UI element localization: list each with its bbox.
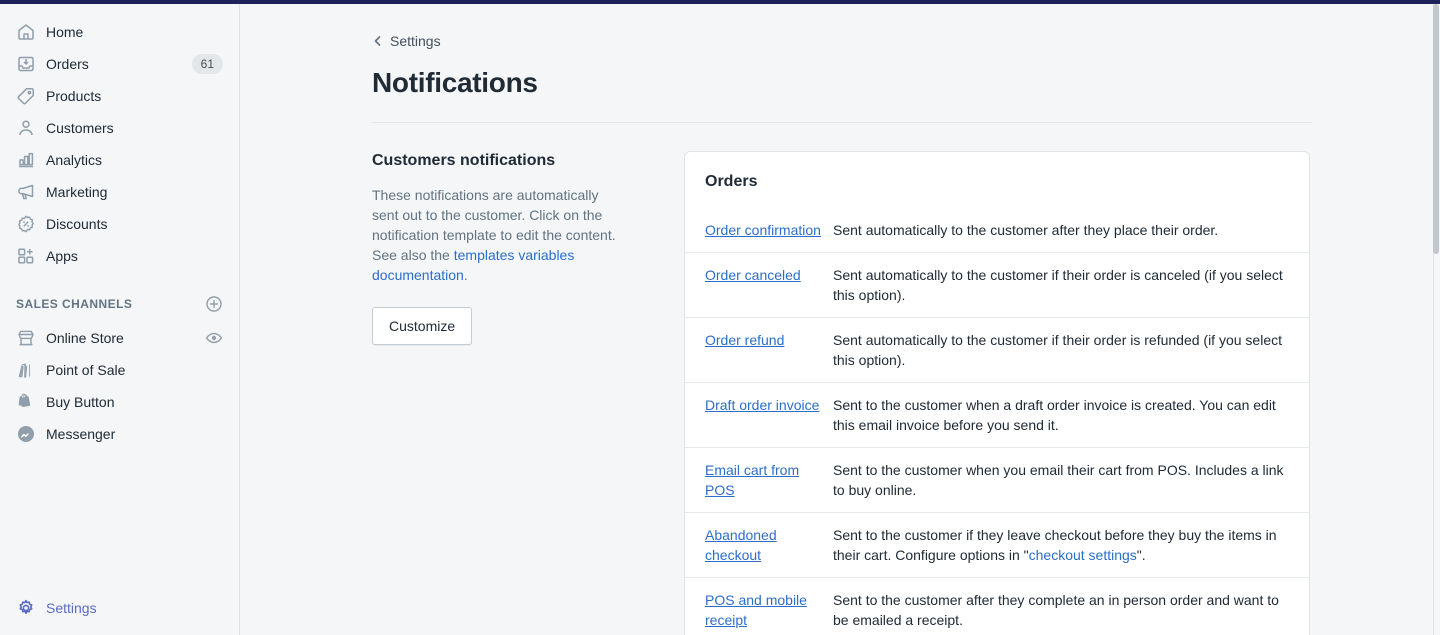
description-text: Sent automatically to the customer if th… xyxy=(833,332,1282,368)
table-row[interactable]: Order refund Sent automatically to the cu… xyxy=(685,317,1309,382)
app-topbar xyxy=(0,0,1440,4)
description-text-2: . xyxy=(463,267,468,283)
sidebar-channel-buy-button[interactable]: Buy Button xyxy=(8,386,231,418)
main-scrollbar[interactable] xyxy=(1433,4,1440,635)
notification-description: Sent automatically to the customer if th… xyxy=(833,330,1289,370)
products-icon xyxy=(16,86,36,106)
customize-button[interactable]: Customize xyxy=(372,307,473,345)
notification-description: Sent to the customer after they complete… xyxy=(833,590,1289,630)
sidebar-item-label: Home xyxy=(46,24,84,40)
notification-description: Sent automatically to the customer if th… xyxy=(833,265,1289,305)
table-row[interactable]: Order canceled Sent automatically to the … xyxy=(685,252,1309,317)
sidebar-channel-online-store[interactable]: Online Store xyxy=(8,322,231,354)
main-scrollbar-thumb[interactable] xyxy=(1433,4,1439,254)
notification-template-link[interactable]: Draft order invoice xyxy=(705,395,833,415)
orders-card-column: Orders Order confirmation Sent automatica… xyxy=(684,151,1310,635)
sidebar-item-orders[interactable]: Orders 61 xyxy=(8,48,231,80)
main-content: Settings Notifications Customers notific… xyxy=(240,4,1440,635)
notification-template-link[interactable]: Order refund xyxy=(705,330,833,350)
notification-template-link[interactable]: POS and mobile receipt xyxy=(705,590,833,630)
sidebar-channel-label: Online Store xyxy=(46,330,124,346)
table-row[interactable]: Email cart from POS Sent to the customer … xyxy=(685,447,1309,512)
messenger-icon xyxy=(16,424,36,444)
sidebar-item-home[interactable]: Home xyxy=(8,16,231,48)
description-text: Sent to the customer after they complete… xyxy=(833,592,1279,628)
sidebar-item-discounts[interactable]: Discounts xyxy=(8,208,231,240)
discounts-icon xyxy=(16,214,36,234)
notification-description: Sent to the customer if they leave check… xyxy=(833,525,1289,565)
table-row[interactable]: Draft order invoice Sent to the customer … xyxy=(685,382,1309,447)
app-root: Home Orders 61 Products Customers Analytics Ma… xyxy=(0,4,1440,635)
plus-circle-icon[interactable] xyxy=(205,295,223,313)
sidebar-item-badge: 61 xyxy=(191,54,223,74)
chevron-left-icon xyxy=(372,35,384,47)
table-row[interactable]: POS and mobile receipt Sent to the custom… xyxy=(685,577,1309,635)
pos-bag-icon xyxy=(16,360,36,380)
description-text: Sent automatically to the customer after… xyxy=(833,222,1219,238)
shopify-bag-icon xyxy=(16,392,36,412)
sidebar-channel-point-of-sale[interactable]: Point of Sale xyxy=(8,354,231,386)
notification-description: Sent automatically to the customer after… xyxy=(833,220,1289,240)
sidebar-item-label: Customers xyxy=(46,120,114,136)
sidebar-item-products[interactable]: Products xyxy=(8,80,231,112)
breadcrumb[interactable]: Settings xyxy=(372,32,441,50)
sidebar-item-label: Products xyxy=(46,88,102,104)
sales-channels-header: SALES CHANNELS xyxy=(8,288,231,320)
table-row[interactable]: Order confirmation Sent automatically to … xyxy=(685,208,1309,252)
sidebar-settings-label: Settings xyxy=(46,599,97,616)
sidebar-footer: Settings xyxy=(0,579,239,635)
sidebar-item-analytics[interactable]: Analytics xyxy=(8,144,231,176)
orders-icon xyxy=(16,54,36,74)
description-text: Sent to the customer when you email thei… xyxy=(833,462,1284,498)
sidebar-item-label: Discounts xyxy=(46,216,108,232)
sidebar-item-label: Marketing xyxy=(46,184,108,200)
sidebar-item-apps[interactable]: Apps xyxy=(8,240,231,272)
sidebar-channel-label: Point of Sale xyxy=(46,362,126,378)
gear-icon xyxy=(16,598,36,618)
sidebar-item-settings[interactable]: Settings xyxy=(8,592,105,624)
store-icon xyxy=(16,328,36,348)
orders-card-title: Orders xyxy=(705,173,758,190)
sidebar-item-label: Analytics xyxy=(46,152,103,168)
notification-template-link[interactable]: Order canceled xyxy=(705,265,833,285)
notification-template-link[interactable]: Abandoned checkout xyxy=(705,525,833,565)
sidebar: Home Orders 61 Products Customers Analytics Ma… xyxy=(0,4,240,635)
sales-channels-title: SALES CHANNELS xyxy=(16,297,133,311)
apps-icon xyxy=(16,246,36,266)
orders-card: Orders Order confirmation Sent automatica… xyxy=(684,151,1310,635)
description-text-tail: ". xyxy=(1136,547,1146,563)
customers-icon xyxy=(16,118,36,138)
title-divider xyxy=(372,122,1312,123)
notification-description: Sent to the customer when a draft order … xyxy=(833,395,1289,435)
description-body: These notifications are automatically se… xyxy=(372,185,622,285)
sidebar-channel-messenger[interactable]: Messenger xyxy=(8,418,231,450)
sidebar-channel-label: Buy Button xyxy=(46,394,115,410)
home-icon xyxy=(16,22,36,42)
page-title: Notifications xyxy=(372,67,538,98)
sidebar-item-label: Orders xyxy=(46,56,89,72)
description-panel: Customers notifications These notificati… xyxy=(372,151,642,635)
description-title: Customers notifications xyxy=(372,152,556,169)
table-row[interactable]: Abandoned checkout Sent to the customer i… xyxy=(685,512,1309,577)
sidebar-item-label: Apps xyxy=(46,248,78,264)
breadcrumb-label: Settings xyxy=(390,33,441,49)
analytics-icon xyxy=(16,150,36,170)
description-text: Sent automatically to the customer if th… xyxy=(833,267,1283,303)
notification-description: Sent to the customer when you email thei… xyxy=(833,460,1289,500)
notification-template-link[interactable]: Email cart from POS xyxy=(705,460,833,500)
marketing-icon xyxy=(16,182,36,202)
notification-template-link[interactable]: Order confirmation xyxy=(705,220,833,240)
notifications-table: Order confirmation Sent automatically to … xyxy=(685,208,1309,635)
description-text: Sent to the customer when a draft order … xyxy=(833,397,1276,433)
sidebar-channel-label: Messenger xyxy=(46,426,116,442)
sidebar-primary-nav: Home Orders 61 Products Customers Analytics Ma… xyxy=(0,4,239,450)
eye-icon[interactable] xyxy=(205,329,223,347)
settings-section: Customers notifications These notificati… xyxy=(372,151,1440,635)
sidebar-item-customers[interactable]: Customers xyxy=(8,112,231,144)
inline-link[interactable]: checkout settings xyxy=(1029,547,1137,563)
sidebar-item-marketing[interactable]: Marketing xyxy=(8,176,231,208)
